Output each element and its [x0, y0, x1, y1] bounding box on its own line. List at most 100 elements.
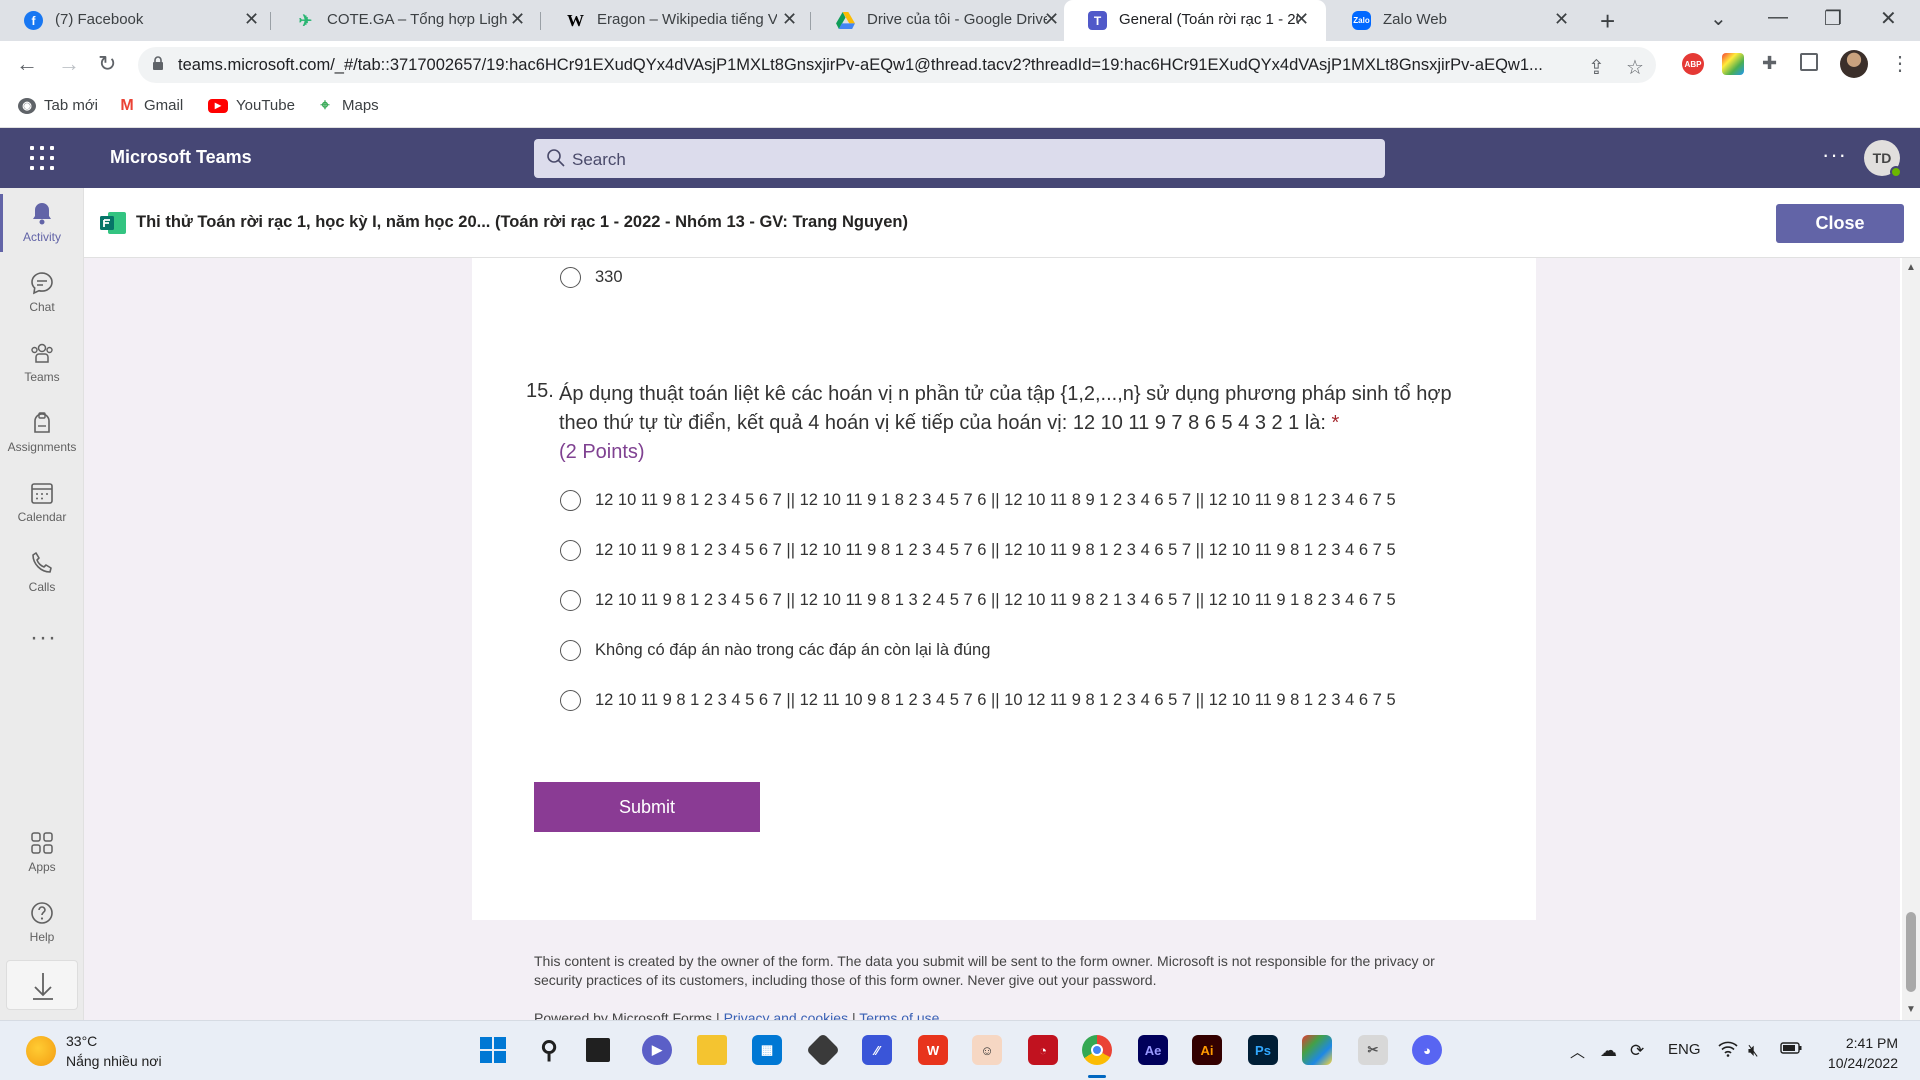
show-hidden-icons-icon[interactable]: ︿: [1570, 1041, 1585, 1062]
rail-item-help[interactable]: Help: [0, 890, 84, 956]
browser-tab-cote[interactable]: ✈ COTE.GA – Tổng hợp Light ✕: [272, 0, 538, 41]
bookmark-maps[interactable]: ⌖ Maps: [316, 97, 378, 115]
photoshop-icon[interactable]: Ps: [1248, 1035, 1278, 1065]
profile-avatar-icon[interactable]: [1840, 50, 1868, 78]
side-panel-icon[interactable]: [1800, 53, 1818, 71]
bookmark-gmail[interactable]: M Gmail: [118, 97, 183, 115]
battery-icon[interactable]: [1780, 1041, 1802, 1058]
radio-button[interactable]: [560, 590, 581, 611]
bookmark-star-icon[interactable]: ☆: [1626, 55, 1644, 80]
privacy-link[interactable]: Privacy and cookies: [724, 1010, 849, 1020]
scroll-down-icon[interactable]: ▼: [1906, 1004, 1916, 1015]
browser-tab-google-drive[interactable]: Drive của tôi - Google Drive ✕: [812, 0, 1072, 41]
minimize-icon[interactable]: —: [1768, 6, 1788, 29]
browser-tab-facebook[interactable]: f (7) Facebook ✕: [0, 0, 268, 41]
rail-item-teams[interactable]: Teams: [0, 330, 84, 396]
scrollbar-thumb[interactable]: [1906, 912, 1916, 992]
windows-taskbar: 33°C Nắng nhiều nơi ⚲ ▶ ▦ ∕∕ W ☺ ◔ Ae Ai…: [0, 1020, 1920, 1080]
bookmark-tab-moi[interactable]: ◉ Tab mới: [18, 97, 98, 114]
back-icon[interactable]: ←: [16, 51, 38, 77]
close-tab-icon[interactable]: ✕: [1044, 9, 1059, 30]
vertical-scrollbar[interactable]: ▲ ▼: [1902, 258, 1920, 1020]
scroll-up-icon[interactable]: ▲: [1906, 262, 1916, 273]
close-tab-icon[interactable]: ✕: [1554, 9, 1569, 30]
close-tab-icon[interactable]: ✕: [510, 9, 525, 30]
browser-tab-zalo[interactable]: Zalo Zalo Web ✕: [1328, 0, 1590, 41]
colorful-app-icon[interactable]: [1302, 1035, 1332, 1065]
wps-office-icon[interactable]: W: [918, 1035, 948, 1065]
previous-question-option[interactable]: 330: [560, 267, 623, 288]
browser-tab-teams[interactable]: T General (Toán rời rạc 1 - 20 ✕: [1064, 0, 1326, 41]
reload-icon[interactable]: ↻: [98, 51, 116, 77]
close-tab-icon[interactable]: ✕: [244, 9, 259, 30]
download-button[interactable]: [6, 960, 78, 1010]
answer-option-5[interactable]: 12 10 11 9 8 1 2 3 4 5 6 7 || 12 11 10 9…: [560, 690, 1396, 711]
form-scroll-area[interactable]: 330 15. Áp dụng thuật toán liệt kê các h…: [84, 258, 1900, 1020]
browser-tab-wikipedia[interactable]: W Eragon – Wikipedia tiếng Vi ✕: [542, 0, 808, 41]
teams-chat-taskbar-icon[interactable]: ▶: [642, 1035, 672, 1065]
new-tab-icon[interactable]: +: [1600, 6, 1615, 37]
radio-button[interactable]: [560, 690, 581, 711]
weather-sun-icon[interactable]: [26, 1036, 56, 1066]
app-launcher-icon[interactable]: [30, 146, 54, 170]
terms-link[interactable]: Terms of use: [859, 1010, 939, 1020]
tab-search-chevron-icon[interactable]: ⌄: [1710, 6, 1727, 31]
question-body: Áp dụng thuật toán liệt kê các hoán vị n…: [559, 383, 1452, 434]
illustrator-icon[interactable]: Ai: [1192, 1035, 1222, 1065]
more-options-icon[interactable]: ···: [1822, 142, 1847, 168]
bookmark-youtube[interactable]: ▶ YouTube: [208, 97, 295, 114]
adblock-icon[interactable]: ABP: [1682, 53, 1704, 75]
sync-icon[interactable]: ⟳: [1630, 1041, 1644, 1061]
visual-studio-icon[interactable]: ∕∕: [862, 1035, 892, 1065]
rail-item-calendar[interactable]: Calendar: [0, 470, 84, 536]
answer-option-1[interactable]: 12 10 11 9 8 1 2 3 4 5 6 7 || 12 10 11 9…: [560, 490, 1396, 511]
extension-color-icon[interactable]: [1722, 53, 1744, 75]
snipping-tool-icon[interactable]: ✂: [1358, 1035, 1388, 1065]
radio-button[interactable]: [560, 540, 581, 561]
cote-icon: ✈: [298, 12, 313, 30]
user-avatar[interactable]: TD: [1864, 140, 1902, 178]
close-tab-icon[interactable]: ✕: [1294, 9, 1309, 30]
rail-item-chat[interactable]: Chat: [0, 260, 84, 326]
speaker-muted-icon[interactable]: 🔇︎: [1748, 1041, 1759, 1061]
tab-title: (7) Facebook: [55, 11, 144, 28]
close-tab-icon[interactable]: ✕: [782, 9, 797, 30]
answer-option-4[interactable]: Không có đáp án nào trong các đáp án còn…: [560, 640, 990, 661]
restore-icon[interactable]: ❐: [1824, 6, 1842, 31]
search-input[interactable]: Search: [534, 139, 1385, 178]
rail-item-apps[interactable]: Apps: [0, 820, 84, 886]
microsoft-store-icon[interactable]: ▦: [752, 1035, 782, 1065]
wifi-icon[interactable]: [1718, 1041, 1738, 1061]
rail-item-activity[interactable]: Activity: [0, 190, 84, 256]
file-explorer-icon[interactable]: [697, 1035, 727, 1065]
forward-icon[interactable]: →: [58, 51, 80, 77]
answer-option-2[interactable]: 12 10 11 9 8 1 2 3 4 5 6 7 || 12 10 11 9…: [560, 540, 1396, 561]
close-window-icon[interactable]: ✕: [1880, 6, 1897, 31]
system-clock[interactable]: 2:41 PM 10/24/2022: [1818, 1033, 1898, 1073]
after-effects-icon[interactable]: Ae: [1138, 1035, 1168, 1065]
radio-button[interactable]: [560, 490, 581, 511]
rail-item-assignments[interactable]: Assignments: [0, 400, 84, 466]
task-view-icon[interactable]: [586, 1038, 610, 1062]
share-icon[interactable]: ⇪: [1588, 55, 1605, 80]
browser-menu-icon[interactable]: ⋮: [1890, 51, 1910, 76]
game-character-icon[interactable]: ☺: [972, 1035, 1002, 1065]
submit-button[interactable]: Submit: [534, 782, 760, 832]
bookmark-label: Tab mới: [44, 97, 99, 114]
radio-button[interactable]: [560, 267, 581, 288]
language-indicator[interactable]: ENG: [1668, 1041, 1701, 1058]
windows-start-icon[interactable]: [478, 1035, 508, 1065]
chrome-icon[interactable]: [1082, 1035, 1112, 1065]
more-apps-icon[interactable]: ···: [30, 624, 57, 652]
extensions-puzzle-icon[interactable]: ✚: [1762, 53, 1784, 75]
unity-icon[interactable]: [806, 1033, 840, 1067]
address-bar[interactable]: teams.microsoft.com/_#/tab::3717002657/1…: [138, 47, 1656, 83]
taskbar-search-icon[interactable]: ⚲: [534, 1035, 564, 1065]
discord-icon[interactable]: ◕: [1412, 1035, 1442, 1065]
rail-item-calls[interactable]: Calls: [0, 540, 84, 606]
answer-option-3[interactable]: 12 10 11 9 8 1 2 3 4 5 6 7 || 12 10 11 9…: [560, 590, 1396, 611]
close-button[interactable]: Close: [1776, 204, 1904, 243]
onedrive-cloud-icon[interactable]: ☁: [1600, 1041, 1617, 1061]
garena-icon[interactable]: ◔: [1028, 1035, 1058, 1065]
radio-button[interactable]: [560, 640, 581, 661]
